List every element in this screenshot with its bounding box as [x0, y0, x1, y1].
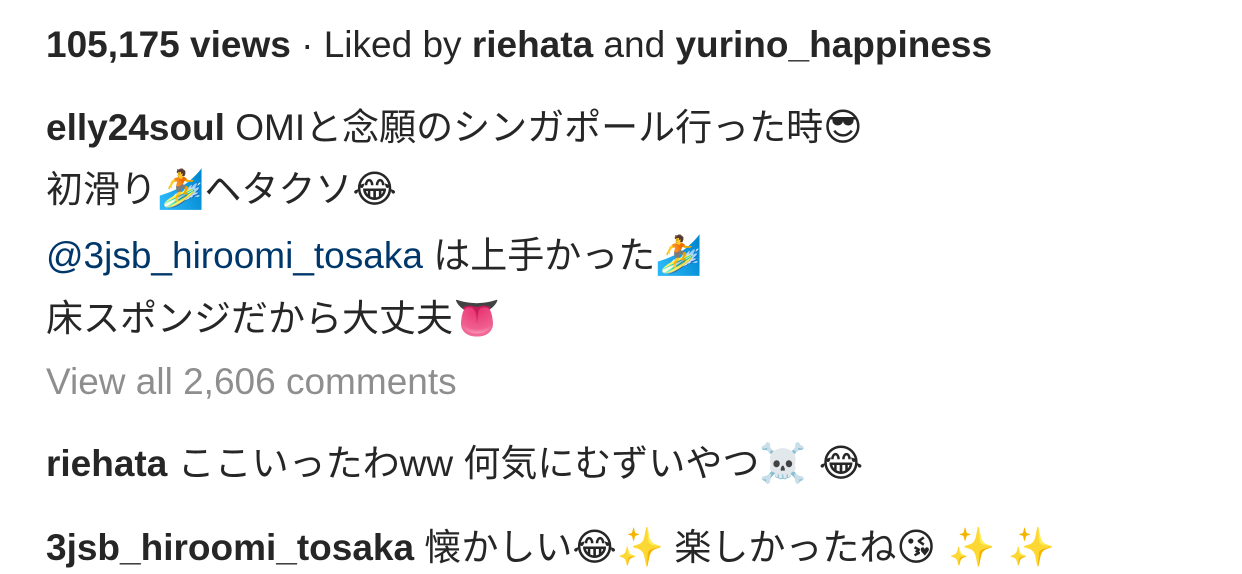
kiss-emoji-icon: 😘	[896, 525, 937, 569]
caption-text-3: は上手かった	[422, 235, 656, 276]
sparkles-emoji-icon: ✨	[936, 525, 996, 569]
views-count[interactable]: 105,175 views	[46, 24, 291, 65]
surfer-emoji-icon: 🏄	[157, 167, 205, 211]
sparkles-emoji-icon: ✨	[616, 525, 665, 569]
view-all-comments-link[interactable]: View all 2,606 comments	[46, 359, 457, 405]
sunglasses-emoji-icon: 😎	[823, 105, 863, 149]
liker-yurino-link[interactable]: yurino_happiness	[675, 24, 992, 65]
surfer-emoji-icon: 🏄	[655, 233, 703, 277]
caption-text-4: 床スポンジだから大丈夫	[46, 298, 453, 339]
dot-separator: ·	[290, 24, 324, 65]
and-label: and	[593, 24, 676, 65]
comment-text-b: 楽しかったね	[664, 527, 897, 568]
tongue-emoji-icon: 👅	[453, 296, 501, 340]
liker-riehata-link[interactable]: riehata	[472, 24, 593, 65]
caption-text-2a: 初滑り	[46, 169, 157, 210]
laughing-emoji-icon: 😂	[572, 525, 617, 569]
caption-username-link[interactable]: elly24soul	[46, 107, 225, 148]
sparkles-emoji-icon: ✨	[995, 525, 1055, 569]
comment-text-a: 懐かしい	[414, 527, 573, 568]
mention-hiroomi-link[interactable]: @3jsb_hiroomi_tosaka	[46, 235, 423, 276]
comment-text: ここいったわww 何気にむずいやつ	[167, 443, 760, 484]
comment-username-link[interactable]: riehata	[46, 443, 167, 484]
caption-line-4: 床スポンジだから大丈夫👅	[46, 295, 500, 342]
views-liked-row: 105,175 views · Liked by riehata and yur…	[46, 22, 992, 68]
liked-by-label: Liked by	[323, 24, 472, 65]
comment-row: riehata ここいったわww 何気にむずいやつ☠️ 😂	[46, 440, 863, 487]
caption-line-2: 初滑り🏄ヘタクソ😂	[46, 166, 397, 213]
caption-line-1: elly24soul OMIと念願のシンガポール行った時😎	[46, 104, 863, 151]
caption-text-2b: ヘタクソ	[204, 169, 353, 210]
laughing-emoji-icon: 😂	[352, 167, 397, 211]
comment-username-link[interactable]: 3jsb_hiroomi_tosaka	[46, 527, 414, 568]
caption-line-3: @3jsb_hiroomi_tosaka は上手かった🏄	[46, 232, 703, 279]
comment-row: 3jsb_hiroomi_tosaka 懐かしい😂✨ 楽しかったね😘 ✨ ✨	[46, 524, 1055, 571]
laughing-emoji-icon: 😂	[806, 441, 864, 485]
skull-crossbones-emoji-icon: ☠️	[759, 441, 807, 485]
caption-text-1: OMIと念願のシンガポール行った時	[224, 107, 824, 148]
